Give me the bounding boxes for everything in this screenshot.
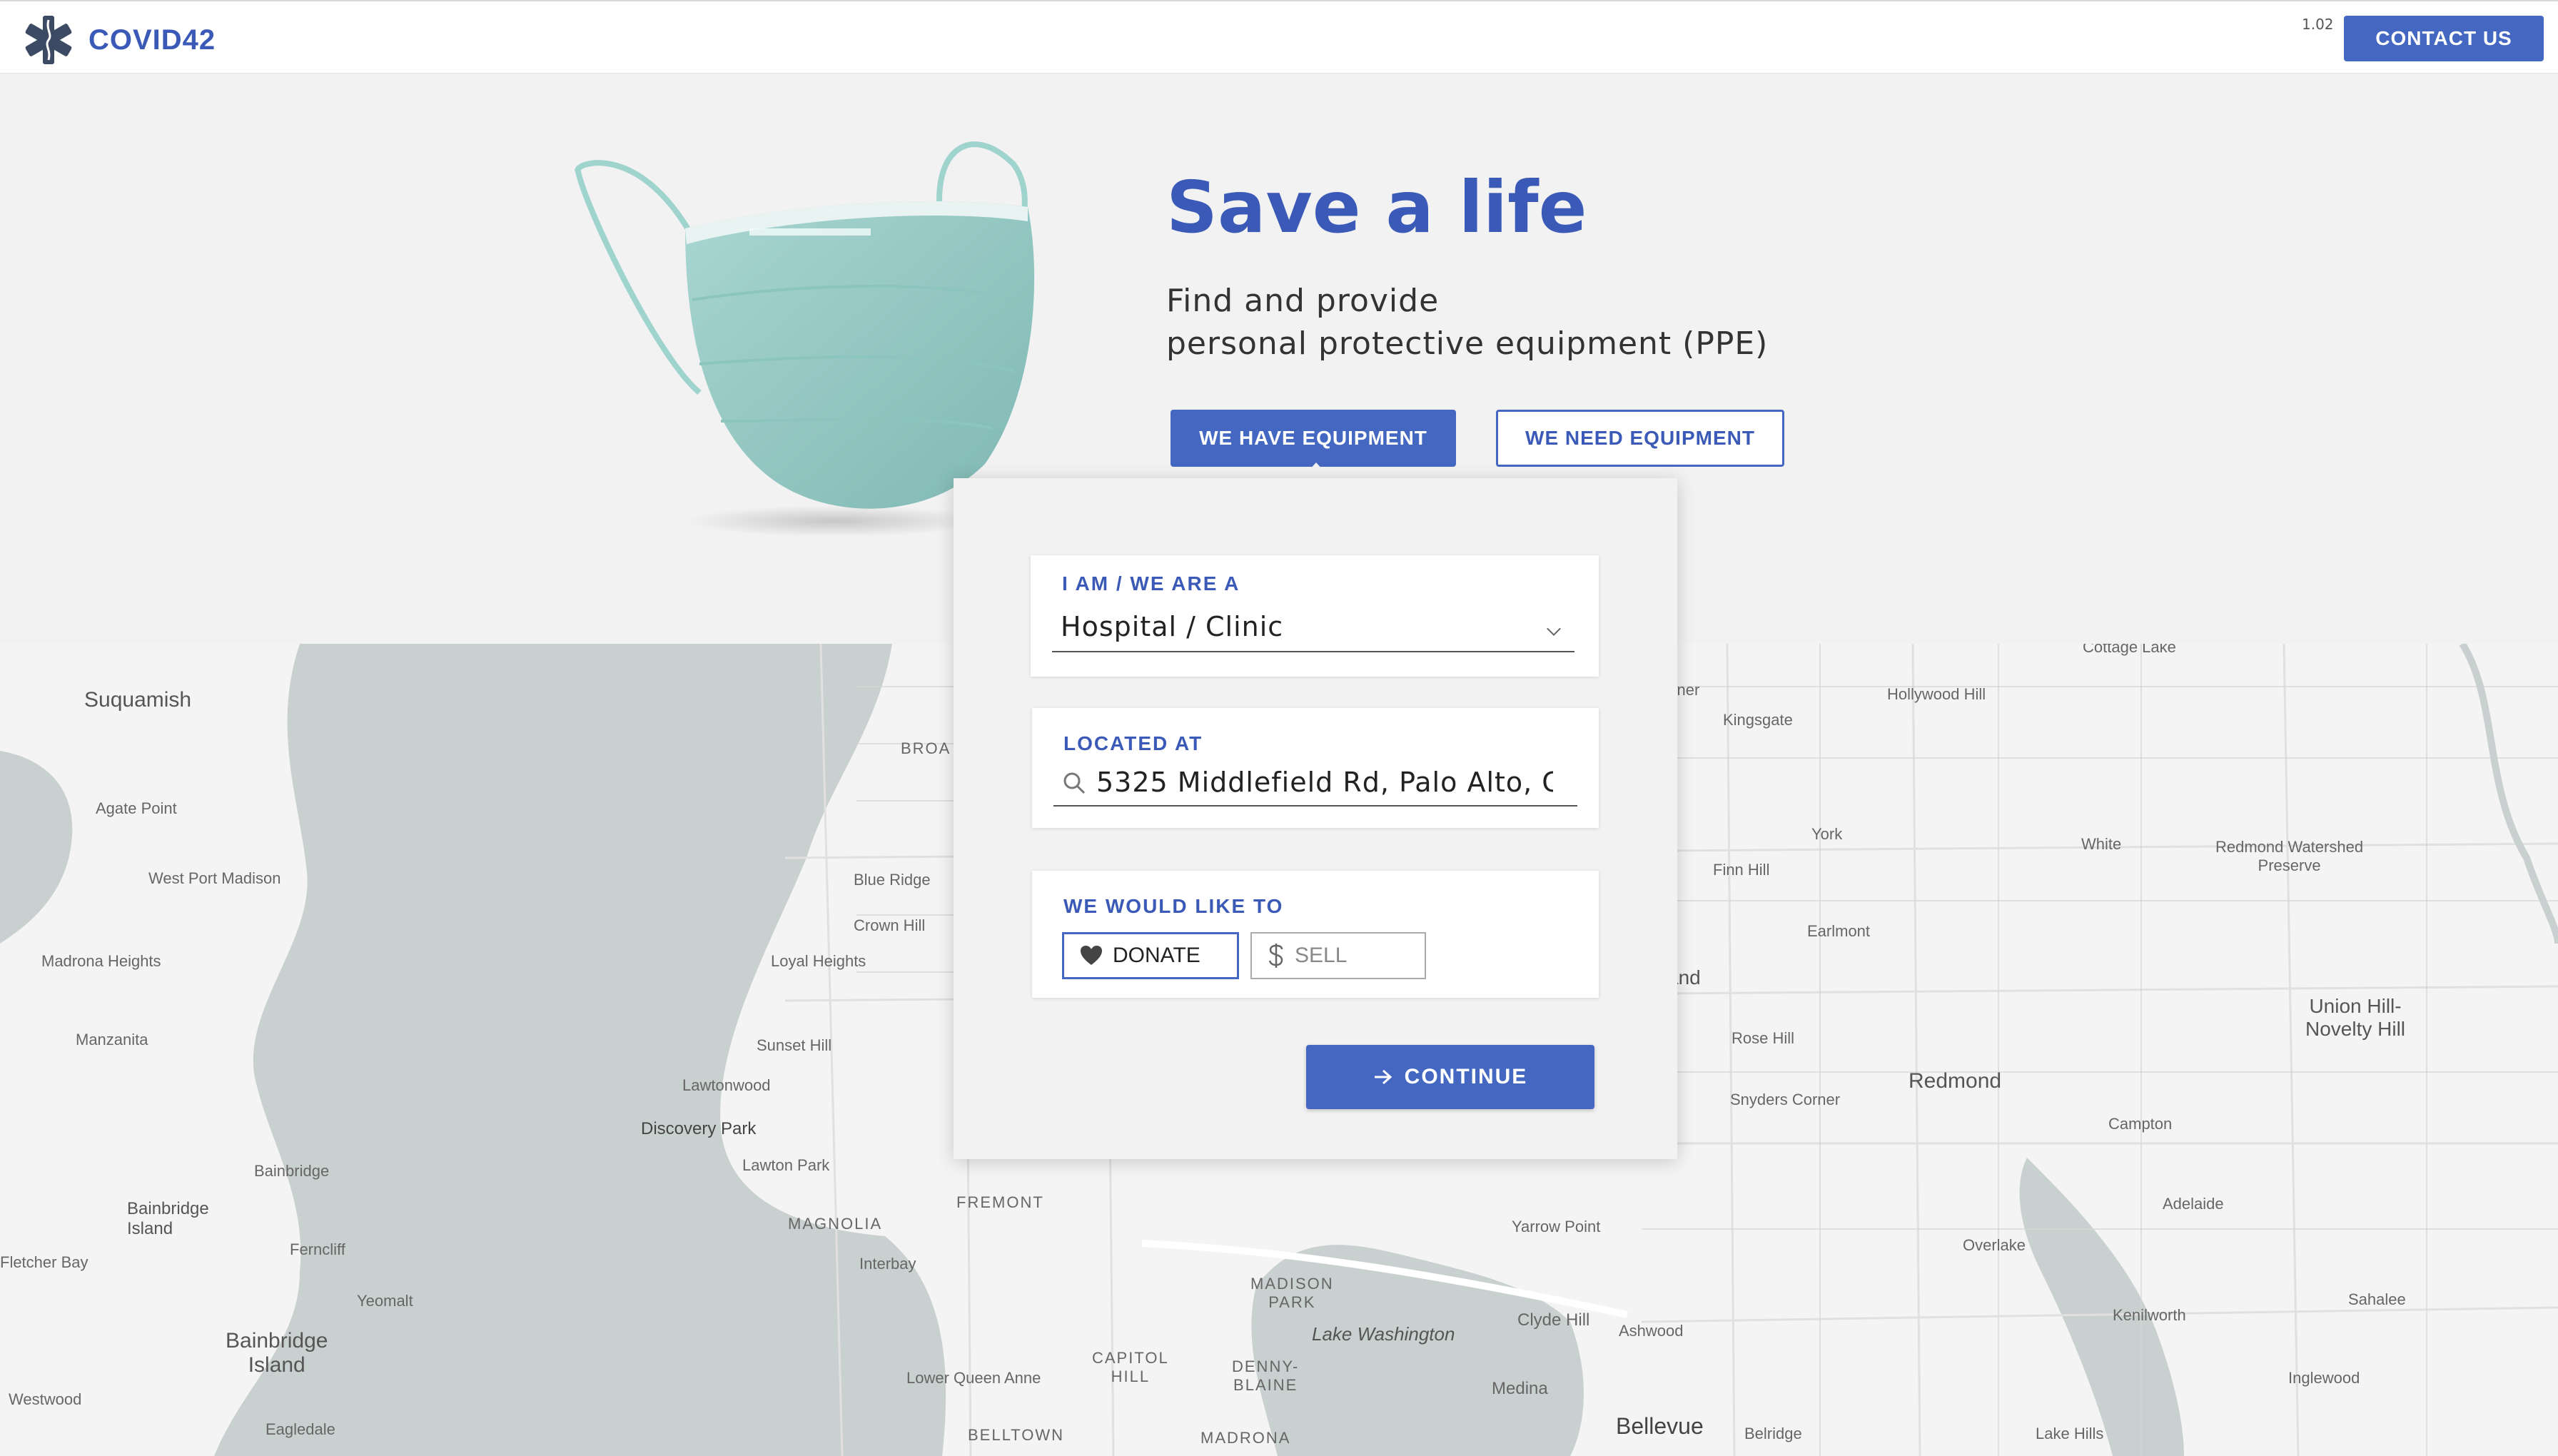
intent-label: WE WOULD LIKE TO [1063, 895, 1284, 917]
map-label: Redmond Watershed Preserve [2215, 838, 2364, 874]
role-select-card[interactable]: I AM / WE ARE A Hospital / Clinic [1031, 555, 1599, 677]
location-card: LOCATED AT [1032, 708, 1599, 828]
map-label: Suquamish [84, 688, 192, 712]
sell-label: SELL [1295, 944, 1348, 967]
map-label: Snyders Corner [1730, 1091, 1841, 1108]
map-label: Yeomalt [357, 1292, 413, 1310]
map-label: Lake Washington [1312, 1323, 1455, 1345]
map-label: Bainbridge Island [127, 1199, 209, 1238]
map-label: Loyal Heights [771, 952, 866, 970]
map-label: White [2081, 835, 2122, 853]
brand-logo[interactable]: COVID42 [21, 13, 216, 67]
sell-option[interactable]: SELL [1250, 932, 1426, 979]
map-label: Hollywood Hill [1887, 685, 1986, 703]
map-label: York [1811, 825, 1843, 843]
brand-name: COVID42 [89, 24, 216, 56]
map-label: Belridge [1744, 1425, 1802, 1442]
map-label: Cottage Lake [2083, 644, 2176, 656]
map-label: Medina [1492, 1379, 1548, 1398]
map-label: Overlake [1963, 1236, 2026, 1254]
map-label: Lower Queen Anne [906, 1369, 1041, 1387]
map-label: Sunset Hill [757, 1036, 832, 1054]
intent-card: WE WOULD LIKE TO DONATE SELL [1032, 871, 1599, 998]
map-label: Adelaide [2163, 1195, 2224, 1213]
map-label: Yarrow Point [1512, 1218, 1601, 1235]
star-of-life-icon [25, 16, 72, 64]
map-label: Union Hill- Novelty Hill [2305, 995, 2406, 1040]
dollar-icon [1268, 944, 1283, 968]
version-label: 1.02 [2302, 16, 2334, 33]
heart-icon [1081, 946, 1102, 965]
search-icon [1063, 772, 1086, 794]
map-label: Redmond [1909, 1069, 2002, 1093]
hero-subtitle-line-2: personal protective equipment (PPE) [1166, 325, 1769, 362]
map-label: Westwood [9, 1390, 82, 1408]
continue-button[interactable]: CONTINUE [1306, 1045, 1594, 1109]
map-label: Campton [2108, 1115, 2173, 1133]
map-label: Manzanita [76, 1031, 148, 1048]
map-label: Bellevue [1616, 1413, 1704, 1439]
arrow-right-icon [1374, 1069, 1392, 1085]
map-label: Lawtonwood [682, 1076, 771, 1094]
map-label: Lake Hills [2036, 1425, 2104, 1442]
map-label: FREMONT [956, 1193, 1044, 1211]
role-select-underline [1052, 651, 1574, 652]
map-label: Crown Hill [854, 916, 926, 934]
donate-label: DONATE [1113, 944, 1200, 967]
map-label: Blue Ridge [854, 871, 931, 889]
map-label: Clyde Hill [1517, 1310, 1590, 1330]
map-label: Sahalee [2348, 1290, 2406, 1308]
map-label: MADISON PARK [1250, 1275, 1334, 1311]
map-label: Discovery Park [641, 1119, 757, 1138]
map-label: West Port Madison [148, 869, 281, 887]
map-label: Kenilworth [2113, 1306, 2186, 1324]
map-label: Lawton Park [742, 1156, 830, 1174]
map-label: Inglewood [2288, 1369, 2360, 1387]
map-label: Interbay [859, 1255, 916, 1273]
map-label: Earlmont [1807, 922, 1871, 940]
location-label: LOCATED AT [1063, 732, 1203, 754]
map-label: Kingsgate [1723, 711, 1793, 729]
contact-us-button[interactable]: CONTACT US [2344, 16, 2544, 61]
map-label: DENNY- BLAINE [1232, 1358, 1300, 1394]
map-label: CAPITOL HILL [1092, 1349, 1169, 1385]
role-label: I AM / WE ARE A [1062, 572, 1240, 595]
hero-subtitle: Find and provide personal protective equ… [1166, 280, 1768, 365]
map-label: Bainbridge [254, 1162, 330, 1180]
hero-subtitle-line-1: Find and provide [1166, 283, 1440, 319]
map-label: BROA [901, 739, 951, 757]
map-label: Agate Point [96, 799, 177, 817]
map-label: Ferncliff [290, 1240, 345, 1258]
map-label: Rose Hill [1732, 1029, 1795, 1047]
map-label: MAGNOLIA [788, 1215, 883, 1233]
continue-label: CONTINUE [1404, 1065, 1528, 1088]
we-have-equipment-button[interactable]: WE HAVE EQUIPMENT [1171, 410, 1456, 467]
map-label: MADRONA [1200, 1429, 1291, 1447]
map-label: Fletcher Bay [0, 1253, 89, 1271]
map-label: Ashwood [1619, 1322, 1684, 1340]
we-need-equipment-button[interactable]: WE NEED EQUIPMENT [1496, 410, 1784, 467]
role-select-value[interactable]: Hospital / Clinic [1061, 611, 1283, 642]
map-label: Eagledale [266, 1420, 335, 1438]
map-label: Finn Hill [1713, 861, 1770, 879]
map-label: BELLTOWN [968, 1426, 1064, 1444]
donate-option[interactable]: DONATE [1062, 932, 1239, 979]
chevron-down-icon[interactable] [1547, 622, 1561, 636]
map-label: Madrona Heights [41, 952, 161, 970]
top-nav-bar: COVID42 1.02 CONTACT US [0, 0, 2558, 74]
hero-title: Save a life [1166, 166, 1587, 249]
map-label: Bainbridge Island [226, 1329, 328, 1377]
location-underline [1053, 805, 1577, 807]
location-input[interactable] [1096, 767, 1553, 798]
panel-pointer [1300, 462, 1332, 480]
